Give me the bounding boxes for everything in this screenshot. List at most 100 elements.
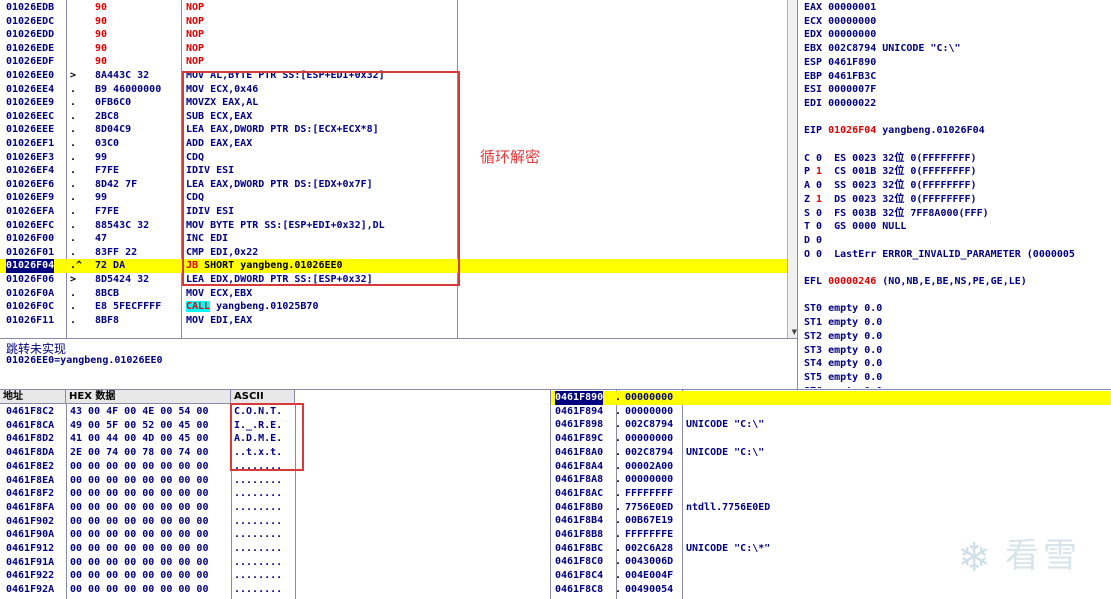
dump-row[interactable]: 0461F8FA 00 00 00 00 00 00 00 00........ (0, 501, 550, 515)
stack-row[interactable]: 0461F8A0. 002C8794 UNICODE "C:\" (551, 446, 1111, 460)
register-line[interactable]: EAX 00000001 (804, 1, 1111, 15)
dump-hex[interactable]: 43 00 4F 00 4E 00 54 00 (70, 405, 208, 419)
dump-row[interactable]: 0461F90A 00 00 00 00 00 00 00 00........ (0, 528, 550, 542)
dump-ascii[interactable]: ........ (234, 542, 282, 556)
disasm-address[interactable]: 01026EDD (6, 28, 54, 42)
flag-value[interactable]: 1 (816, 194, 822, 205)
register-line[interactable]: ST6 empty 0.0 (804, 385, 1111, 388)
stack-address[interactable]: 0461F8B0 (555, 501, 603, 515)
register-line[interactable]: ESP 0461F890 (804, 56, 1111, 70)
stack-value[interactable]: 00000000 (625, 405, 673, 419)
dump-header-ascii[interactable]: ASCII (231, 390, 295, 404)
disasm-row[interactable]: 01026EF4. F7FE IDIV ESI (0, 164, 797, 178)
disasm-address[interactable]: 01026EEE (6, 123, 54, 137)
dump-ascii[interactable]: C.O.N.T. (234, 405, 282, 419)
dump-row[interactable]: 0461F91A 00 00 00 00 00 00 00 00........ (0, 556, 550, 570)
disasm-address[interactable]: 01026EE0 (6, 69, 54, 83)
stack-value[interactable]: 00002A00 (625, 460, 673, 474)
stack-row[interactable]: 0461F8AC. FFFFFFFF (551, 487, 1111, 501)
dump-address[interactable]: 0461F912 (6, 542, 54, 556)
register-line[interactable]: ST1 empty 0.0 (804, 316, 1111, 330)
disasm-instruction[interactable]: NOP (186, 15, 204, 29)
stack-row[interactable]: 0461F894. 00000000 (551, 405, 1111, 419)
register-line[interactable]: EIP 01026F04 yangbeng.01026F04 (804, 124, 1111, 138)
disasm-row[interactable]: 01026EEE. 8D04C9 LEA EAX,DWORD PTR DS:[ECX… (0, 123, 797, 137)
disasm-address[interactable]: 01026F04 (6, 259, 55, 273)
flag-value[interactable]: 0 (816, 208, 822, 219)
disasm-row[interactable]: 01026EDE 90 NOP (0, 42, 797, 56)
stack-address[interactable]: 0461F894 (555, 405, 603, 419)
dump-ascii[interactable]: ........ (234, 556, 282, 570)
dump-address[interactable]: 0461F8CA (6, 419, 54, 433)
register-line[interactable] (804, 138, 1111, 152)
dump-address[interactable]: 0461F8EA (6, 474, 54, 488)
dump-ascii[interactable]: ........ (234, 528, 282, 542)
stack-value[interactable]: FFFFFFFE (625, 528, 673, 542)
register-line[interactable]: S 0 FS 003B 32位 7FF8A000(FFF) (804, 207, 1111, 221)
dump-row[interactable]: 0461F922 00 00 00 00 00 00 00 00........ (0, 569, 550, 583)
dump-address[interactable]: 0461F8E2 (6, 460, 54, 474)
stack-value[interactable]: 00490054 (625, 583, 673, 597)
disasm-address[interactable]: 01026EDB (6, 1, 54, 15)
disasm-address[interactable]: 01026F0A (6, 287, 54, 301)
register-line[interactable]: EFL 00000246 (NO,NB,E,BE,NS,PE,GE,LE) (804, 275, 1111, 289)
disasm-row[interactable]: 01026EE0 >8A443C 32 MOV AL,BYTE PTR SS:[ES… (0, 69, 797, 83)
register-line[interactable]: ST3 empty 0.0 (804, 344, 1111, 358)
dump-ascii[interactable]: I._.R.E. (234, 419, 282, 433)
disasm-row[interactable]: 01026EDD 90 NOP (0, 28, 797, 42)
disasm-instruction[interactable]: NOP (186, 1, 204, 15)
disasm-row[interactable]: 01026EDF 90 NOP (0, 55, 797, 69)
disasm-instruction[interactable]: NOP (186, 42, 204, 56)
disasm-address[interactable]: 01026F01 (6, 246, 54, 260)
disasm-address[interactable]: 01026EDE (6, 42, 54, 56)
disasm-instruction[interactable]: SUB ECX,EAX (186, 110, 252, 124)
register-line[interactable] (804, 261, 1111, 275)
flag-value[interactable]: 0 (816, 235, 822, 246)
dump-hex[interactable]: 00 00 00 00 00 00 00 00 (70, 501, 208, 515)
register-line[interactable] (804, 111, 1111, 125)
register-line[interactable]: O 0 LastErr ERROR_INVALID_PARAMETER (000… (804, 248, 1111, 262)
disasm-address[interactable]: 01026EF4 (6, 164, 54, 178)
disasm-address[interactable]: 01026EFC (6, 219, 54, 233)
disassembly-pane[interactable]: 01026EDB 90 NOP 01026EDC 90 NOP 01026EDD 90 NOP 0… (0, 0, 797, 338)
register-line[interactable]: D 0 (804, 234, 1111, 248)
disasm-row[interactable]: 01026EFA. F7FE IDIV ESI (0, 205, 797, 219)
disasm-row[interactable]: 01026EF1. 03C0 ADD EAX,EAX (0, 137, 797, 151)
stack-value[interactable]: 002C8794 (625, 446, 673, 460)
disasm-row[interactable]: 01026EE9. 0FB6C0 MOVZX EAX,AL (0, 96, 797, 110)
stack-row[interactable]: 0461F898. 002C8794 UNICODE "C:\" (551, 418, 1111, 432)
disasm-row[interactable]: 01026F01. 83FF 22 CMP EDI,0x22 (0, 246, 797, 260)
disasm-instruction[interactable]: JB SHORT yangbeng.01026EE0 (186, 259, 343, 273)
register-line[interactable]: EDX 00000000 (804, 28, 1111, 42)
stack-value[interactable]: 7756E0ED (625, 501, 673, 515)
dump-pane[interactable]: 地址 HEX 数据 ASCII 0461F8C2 43 00 4F 00 4E 0… (0, 390, 550, 599)
disasm-instruction[interactable]: ADD EAX,EAX (186, 137, 252, 151)
dump-row[interactable]: 0461F8C2 43 00 4F 00 4E 00 54 00 C.O.N.T. (0, 405, 550, 419)
stack-pane[interactable]: 0461F890. 00000000 0461F894. 00000000 0461F8… (551, 390, 1111, 599)
dump-row[interactable]: 0461F8F2 00 00 00 00 00 00 00 00........ (0, 487, 550, 501)
disasm-instruction[interactable]: LEA EAX,DWORD PTR DS:[ECX+ECX*8] (186, 123, 379, 137)
disasm-instruction[interactable]: INC EDI (186, 232, 228, 246)
dump-row[interactable]: 0461F902 00 00 00 00 00 00 00 00........ (0, 515, 550, 529)
dump-hex[interactable]: 00 00 00 00 00 00 00 00 (70, 556, 208, 570)
disasm-instruction[interactable]: CALL yangbeng.01025B70 (186, 300, 318, 314)
disasm-address[interactable]: 01026EEC (6, 110, 54, 124)
stack-address[interactable]: 0461F8C8 (555, 583, 603, 597)
disasm-address[interactable]: 01026F11 (6, 314, 54, 328)
stack-row[interactable]: 0461F8C8. 00490054 (551, 583, 1111, 597)
register-line[interactable] (804, 289, 1111, 303)
stack-address[interactable]: 0461F8A8 (555, 473, 603, 487)
disassembly-scrollbar[interactable]: ▼ (787, 0, 797, 338)
dump-row[interactable]: 0461F8D2 41 00 44 00 4D 00 45 00 A.D.M.E. (0, 432, 550, 446)
disasm-row[interactable]: 01026F00. 47 INC EDI (0, 232, 797, 246)
disasm-instruction[interactable]: LEA EAX,DWORD PTR DS:[EDX+0x7F] (186, 178, 373, 192)
dump-row[interactable]: 0461F8EA 00 00 00 00 00 00 00 00........ (0, 474, 550, 488)
disasm-row[interactable]: 01026EDB 90 NOP (0, 1, 797, 15)
dump-hex[interactable]: 00 00 00 00 00 00 00 00 (70, 487, 208, 501)
stack-row[interactable]: 0461F8B4. 00B67E19 (551, 514, 1111, 528)
disasm-address[interactable]: 01026EFA (6, 205, 54, 219)
flag-value[interactable]: 0 (816, 249, 822, 260)
register-line[interactable]: C 0 ES 0023 32位 0(FFFFFFFF) (804, 152, 1111, 166)
stack-address[interactable]: 0461F8B8 (555, 528, 603, 542)
register-line[interactable]: ST4 empty 0.0 (804, 357, 1111, 371)
